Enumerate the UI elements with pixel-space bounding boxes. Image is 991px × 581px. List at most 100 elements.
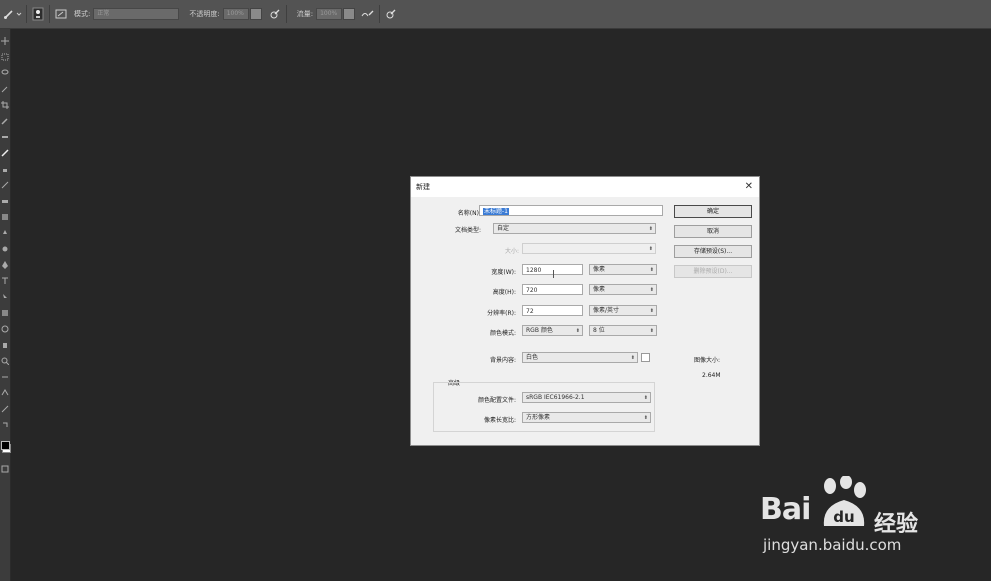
background-select[interactable]: 白色 ⬍ xyxy=(522,352,638,363)
name-label: 名称(N): xyxy=(457,210,481,217)
zoom-tool-icon[interactable] xyxy=(1,357,9,365)
pressure-size-icon[interactable] xyxy=(384,7,398,21)
gradient-tool-icon[interactable] xyxy=(1,213,9,221)
cancel-button[interactable]: 取消 xyxy=(674,225,752,238)
flow-label: 流量: xyxy=(296,10,314,18)
mode-label: 模式: xyxy=(74,10,91,18)
eraser-tool-icon[interactable] xyxy=(1,197,9,205)
opacity-stepper[interactable] xyxy=(249,8,262,20)
chevron-updown-icon: ⬍ xyxy=(630,355,635,361)
lasso-tool-icon[interactable] xyxy=(1,69,9,77)
chevron-updown-icon: ⬍ xyxy=(649,308,654,314)
resolution-label: 分辨率(R): xyxy=(487,310,516,317)
foreground-color-swatch[interactable] xyxy=(1,441,10,450)
pixel-aspect-select[interactable]: 方形像素 ⬍ xyxy=(522,412,651,423)
healing-brush-tool-icon[interactable] xyxy=(1,133,9,141)
height-unit-select[interactable]: 像素 ⬍ xyxy=(589,284,657,295)
ok-button[interactable]: 确定 xyxy=(674,205,752,218)
brush-preset-picker-icon[interactable] xyxy=(31,7,45,21)
dialog-title: 新建 xyxy=(416,183,430,191)
type-tool-icon[interactable] xyxy=(1,277,9,285)
path-selection-tool-icon[interactable] xyxy=(1,293,9,301)
edit-toolbar-icon[interactable] xyxy=(1,373,9,381)
dodge-tool-icon[interactable] xyxy=(1,245,9,253)
chevron-updown-icon: ⬍ xyxy=(649,287,654,293)
opacity-label: 不透明度: xyxy=(189,10,220,18)
brush-panel-toggle-icon[interactable] xyxy=(54,7,68,21)
dialog-titlebar: 新建 ✕ xyxy=(411,177,759,197)
brush-tool-icon[interactable] xyxy=(1,149,9,157)
clone-stamp-tool-icon[interactable] xyxy=(1,165,9,173)
pressure-opacity-icon[interactable] xyxy=(268,7,282,21)
quick-mask-icon[interactable] xyxy=(1,405,9,413)
image-size-value: 2.64M xyxy=(702,372,721,379)
color-mode-label: 颜色模式: xyxy=(489,330,516,337)
hand-tool-icon[interactable] xyxy=(1,341,9,349)
width-label: 宽度(W): xyxy=(491,269,516,276)
size-select[interactable]: ⬍ xyxy=(522,243,656,254)
color-profile-value: sRGB IEC61966-2.1 xyxy=(526,394,585,401)
airbrush-icon[interactable] xyxy=(361,7,375,21)
chevron-updown-icon: ⬍ xyxy=(643,415,648,421)
delete-preset-button[interactable]: 删除预设(D)... xyxy=(674,265,752,278)
image-size-label: 图像大小: xyxy=(694,357,721,364)
width-unit-select[interactable]: 像素 ⬍ xyxy=(589,264,657,275)
opacity-input[interactable]: 100% xyxy=(222,8,249,20)
flow-input[interactable]: 100% xyxy=(316,8,343,20)
eyedropper-tool-icon[interactable] xyxy=(1,117,9,125)
watermark-url: jingyan.baidu.com xyxy=(763,536,902,554)
watermark-du-text: du xyxy=(833,508,854,526)
rotate-view-tool-icon[interactable] xyxy=(1,389,9,397)
mode-select[interactable]: 正常 xyxy=(93,8,180,20)
height-label: 高度(H): xyxy=(492,289,516,296)
new-document-dialog: 新建 ✕ 名称(N): 未标题-1 文档类型: 自定 ⬍ 大小: ⬍ 宽度(W):… xyxy=(410,176,760,446)
bit-depth-value: 8 位 xyxy=(593,327,605,334)
name-input[interactable]: 未标题-1 xyxy=(479,205,663,216)
shape-tool-icon[interactable] xyxy=(1,309,9,317)
tools-panel xyxy=(0,29,11,581)
chevron-down-icon[interactable] xyxy=(16,7,22,21)
preset-label: 文档类型: xyxy=(454,227,481,234)
resolution-input[interactable]: 72 xyxy=(522,305,583,316)
swap-colors-icon[interactable] xyxy=(1,421,9,429)
background-label: 背景内容: xyxy=(489,357,516,364)
chevron-updown-icon: ⬍ xyxy=(649,328,654,334)
color-profile-select[interactable]: sRGB IEC61966-2.1 ⬍ xyxy=(522,392,651,403)
save-preset-button[interactable]: 存储预设(S)... xyxy=(674,245,752,258)
divider xyxy=(49,5,50,23)
close-icon[interactable]: ✕ xyxy=(745,177,753,197)
history-brush-tool-icon[interactable] xyxy=(1,181,9,189)
chevron-updown-icon: ⬍ xyxy=(575,328,580,334)
chevron-updown-icon: ⬍ xyxy=(648,226,653,232)
background-value: 白色 xyxy=(526,354,539,361)
height-unit-value: 像素 xyxy=(593,286,606,293)
blur-tool-icon[interactable] xyxy=(1,229,9,237)
pixel-aspect-value: 方形像素 xyxy=(526,414,551,421)
screen-mode-icon[interactable] xyxy=(1,465,9,473)
watermark-jingyan-text: 经验 xyxy=(874,512,919,537)
bit-depth-select[interactable]: 8 位 ⬍ xyxy=(589,325,657,336)
resolution-unit-value: 像素/英寸 xyxy=(593,307,620,314)
divider xyxy=(285,5,287,23)
height-input[interactable]: 720 xyxy=(522,284,583,295)
pen-tool-icon[interactable] xyxy=(1,261,9,269)
3d-tool-icon[interactable] xyxy=(1,325,9,333)
background-color-checkbox[interactable] xyxy=(641,353,650,362)
marquee-tool-icon[interactable] xyxy=(1,53,9,61)
preset-select[interactable]: 自定 ⬍ xyxy=(493,223,656,234)
resolution-unit-select[interactable]: 像素/英寸 ⬍ xyxy=(589,305,657,316)
move-tool-icon[interactable] xyxy=(1,37,9,45)
advanced-section xyxy=(433,382,655,432)
flow-stepper[interactable] xyxy=(343,8,356,20)
chevron-updown-icon: ⬍ xyxy=(648,246,653,252)
text-cursor-icon xyxy=(553,270,554,278)
name-value: 未标题-1 xyxy=(483,208,509,215)
preset-value: 自定 xyxy=(497,225,510,232)
color-mode-value: RGB 颜色 xyxy=(526,327,553,334)
crop-tool-icon[interactable] xyxy=(1,101,9,109)
divider xyxy=(26,5,27,23)
color-mode-select[interactable]: RGB 颜色 ⬍ xyxy=(522,325,583,336)
brush-tool-icon[interactable] xyxy=(2,7,16,21)
magic-wand-tool-icon[interactable] xyxy=(1,85,9,93)
size-label: 大小: xyxy=(504,248,519,255)
